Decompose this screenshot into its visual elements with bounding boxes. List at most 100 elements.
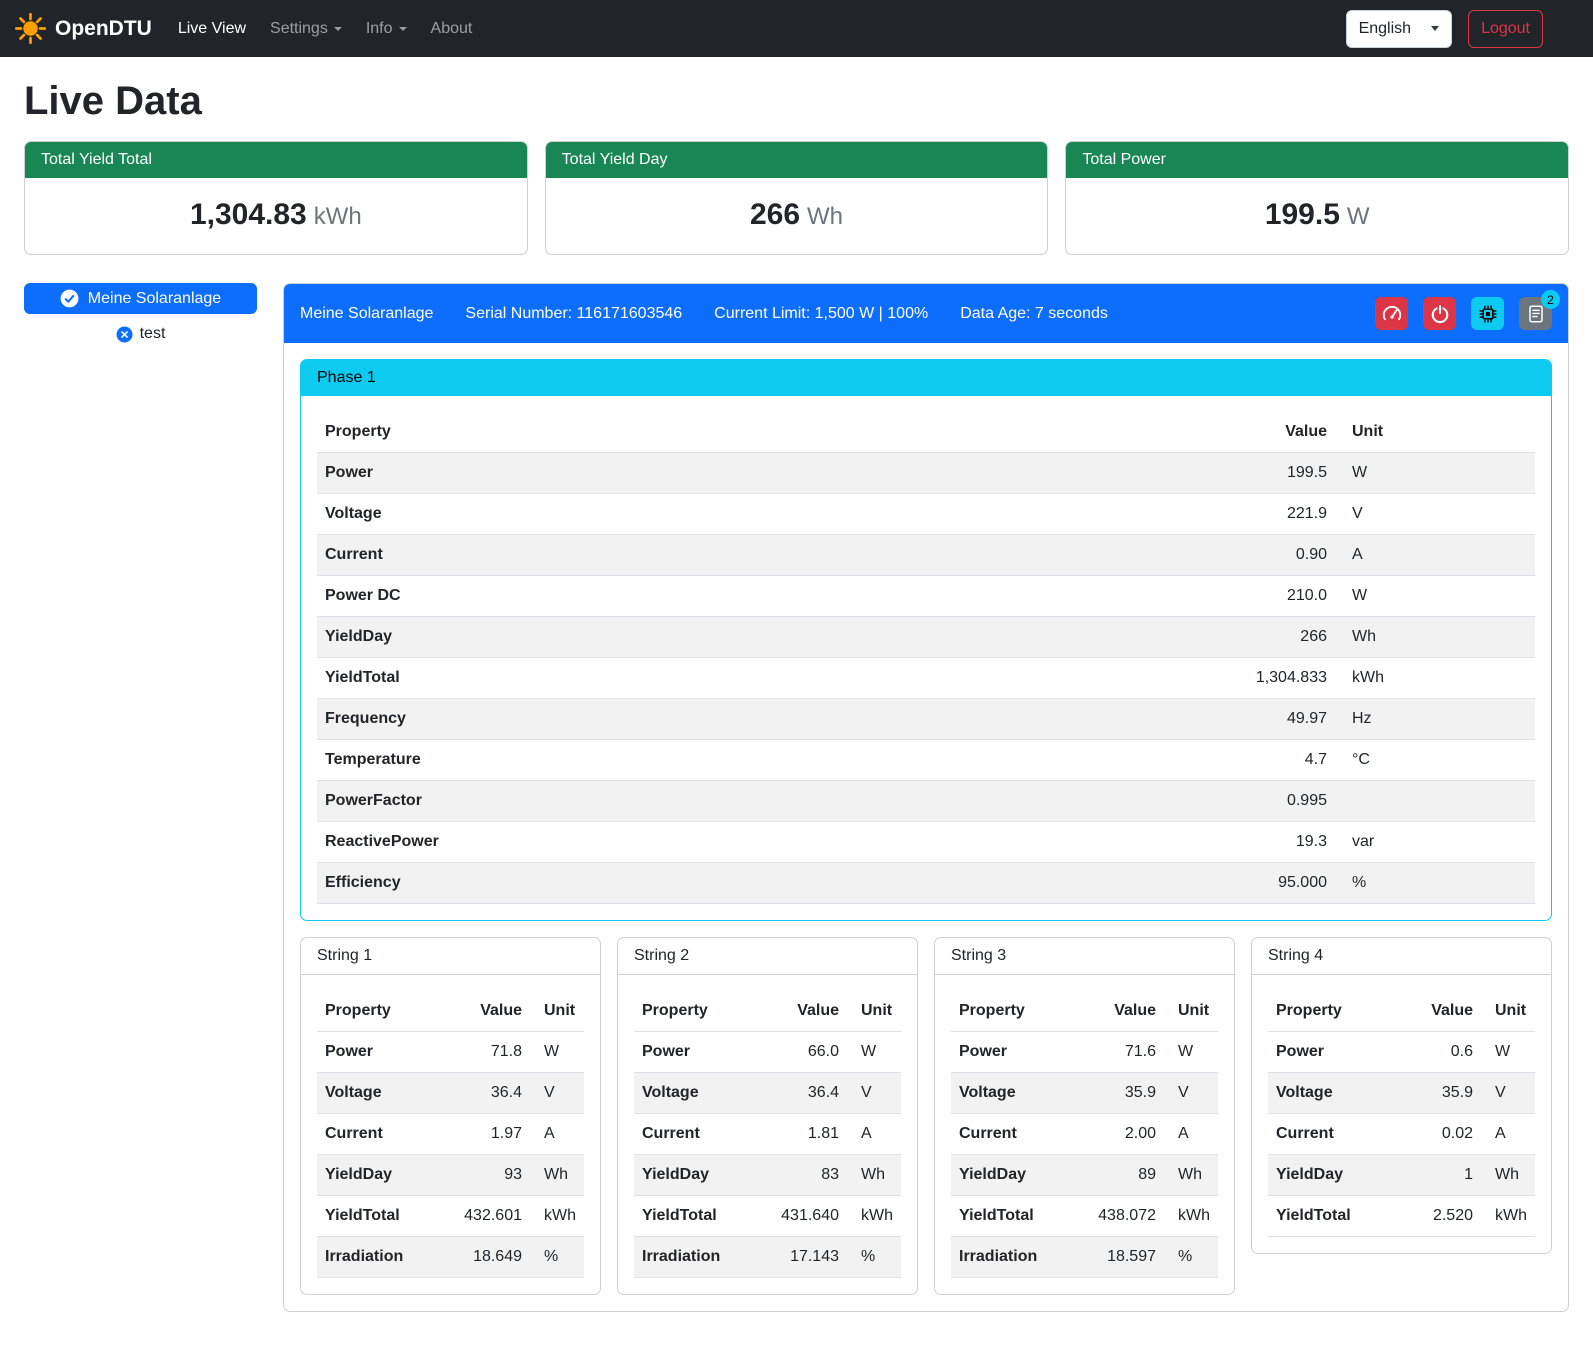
inverter-panel-header: Meine Solaranlage Serial Number: 1161716… [284, 284, 1568, 343]
language-select[interactable]: English [1346, 10, 1452, 48]
property-cell: YieldDay [317, 1155, 440, 1196]
chevron-down-icon [334, 27, 342, 31]
table-row: Power DC 210.0 W [317, 576, 1535, 617]
unit-cell: kWh [1335, 658, 1535, 699]
unit-cell: Hz [1335, 699, 1535, 740]
property-cell: YieldTotal [1268, 1196, 1391, 1237]
summary-card-title: Total Power [1066, 142, 1568, 178]
property-cell: Irradiation [951, 1237, 1074, 1278]
summary-card: Total Power 199.5W [1065, 141, 1569, 255]
property-cell: Temperature [317, 740, 1205, 781]
unit-cell: Wh [1481, 1155, 1535, 1196]
value-cell: 35.9 [1391, 1073, 1481, 1114]
brand[interactable]: OpenDTU [14, 12, 152, 45]
property-cell: YieldDay [951, 1155, 1074, 1196]
phase-title: Phase 1 [301, 360, 1551, 396]
content-row: Meine Solaranlage test Meine Solaranlage… [24, 283, 1569, 1312]
table-row: PowerFactor 0.995 [317, 781, 1535, 822]
unit-cell: % [530, 1237, 584, 1278]
nav-item-about[interactable]: About [419, 9, 485, 49]
unit-cell: A [1335, 535, 1535, 576]
unit-cell: var [1335, 822, 1535, 863]
table-row: Power 71.6 W [951, 1032, 1218, 1073]
column-header-property: Property [317, 991, 440, 1032]
value-cell: 35.9 [1074, 1073, 1164, 1114]
table-row: Current 1.81 A [634, 1114, 901, 1155]
property-cell: PowerFactor [317, 781, 1205, 822]
device-info-button[interactable] [1471, 297, 1504, 330]
inverter-button-selected[interactable]: Meine Solaranlage [24, 283, 257, 314]
journal-icon [1526, 304, 1546, 324]
table-row: Current 0.90 A [317, 535, 1535, 576]
chevron-down-icon [1431, 26, 1439, 31]
property-cell: YieldTotal [951, 1196, 1074, 1237]
property-cell: Irradiation [317, 1237, 440, 1278]
property-cell: Irradiation [634, 1237, 757, 1278]
value-cell: 83 [757, 1155, 847, 1196]
unit-cell: W [847, 1032, 901, 1073]
column-header-property: Property [1268, 991, 1391, 1032]
inverter-button-test[interactable]: test [24, 324, 257, 344]
table-row: YieldDay 89 Wh [951, 1155, 1218, 1196]
property-cell: Power [317, 453, 1205, 494]
property-cell: Current [634, 1114, 757, 1155]
inverter-button-label: Meine Solaranlage [88, 290, 221, 308]
property-cell: Power DC [317, 576, 1205, 617]
table-header-row: Property Value Unit [317, 412, 1535, 453]
event-log-button[interactable]: 2 [1519, 297, 1552, 330]
value-cell: 1 [1391, 1155, 1481, 1196]
nav-item-info-label: Info [366, 17, 393, 41]
column-header-value: Value [1391, 991, 1481, 1032]
inverter-actions: 2 [1375, 297, 1552, 330]
table-row: Irradiation 17.143 % [634, 1237, 901, 1278]
value-cell: 0.6 [1391, 1032, 1481, 1073]
table-row: YieldTotal 2.520 kWh [1268, 1196, 1535, 1237]
table-row: YieldTotal 1,304.833 kWh [317, 658, 1535, 699]
unit-cell: V [847, 1073, 901, 1114]
value-cell: 19.3 [1205, 822, 1335, 863]
property-cell: Efficiency [317, 863, 1205, 904]
value-cell: 66.0 [757, 1032, 847, 1073]
unit-cell: Wh [530, 1155, 584, 1196]
limit-settings-button[interactable] [1375, 297, 1408, 330]
table-row: Voltage 221.9 V [317, 494, 1535, 535]
property-cell: Voltage [317, 494, 1205, 535]
string-table: Property Value Unit Power [634, 991, 901, 1278]
check-circle-icon [60, 289, 79, 308]
value-cell: 49.97 [1205, 699, 1335, 740]
value-cell: 199.5 [1205, 453, 1335, 494]
value-cell: 0.995 [1205, 781, 1335, 822]
nav-item-info[interactable]: Info [354, 9, 419, 49]
nav-item-settings[interactable]: Settings [258, 9, 354, 49]
value-cell: 1.81 [757, 1114, 847, 1155]
unit-cell: % [847, 1237, 901, 1278]
unit-cell: V [1335, 494, 1535, 535]
power-button[interactable] [1423, 297, 1456, 330]
property-cell: Current [317, 1114, 440, 1155]
property-cell: Power [951, 1032, 1074, 1073]
string-card-1: String 1 Property Value Unit [300, 937, 601, 1295]
property-cell: Current [951, 1114, 1074, 1155]
logout-button[interactable]: Logout [1468, 10, 1543, 48]
unit-cell [1335, 781, 1535, 822]
unit-cell: kWh [1481, 1196, 1535, 1237]
unit-cell: W [1335, 453, 1535, 494]
column-header-value: Value [1205, 412, 1335, 453]
nav-right: English Logout [1346, 10, 1579, 48]
column-header-property: Property [317, 412, 1205, 453]
table-row: YieldTotal 431.640 kWh [634, 1196, 901, 1237]
column-header-property: Property [951, 991, 1074, 1032]
main-content: Live Data Total Yield Total 1,304.83kWh … [0, 77, 1593, 1336]
value-cell: 2.520 [1391, 1196, 1481, 1237]
column-header-value: Value [1074, 991, 1164, 1032]
table-header-row: Property Value Unit [951, 991, 1218, 1032]
unit-cell: A [1481, 1114, 1535, 1155]
table-row: Power 199.5 W [317, 453, 1535, 494]
unit-cell: kWh [530, 1196, 584, 1237]
property-cell: Power [1268, 1032, 1391, 1073]
table-row: Voltage 36.4 V [317, 1073, 584, 1114]
nav-item-live-view[interactable]: Live View [166, 9, 258, 49]
string-table: Property Value Unit Power [317, 991, 584, 1278]
value-cell: 18.597 [1074, 1237, 1164, 1278]
summary-cards-row: Total Yield Total 1,304.83kWh Total Yiel… [24, 141, 1569, 255]
